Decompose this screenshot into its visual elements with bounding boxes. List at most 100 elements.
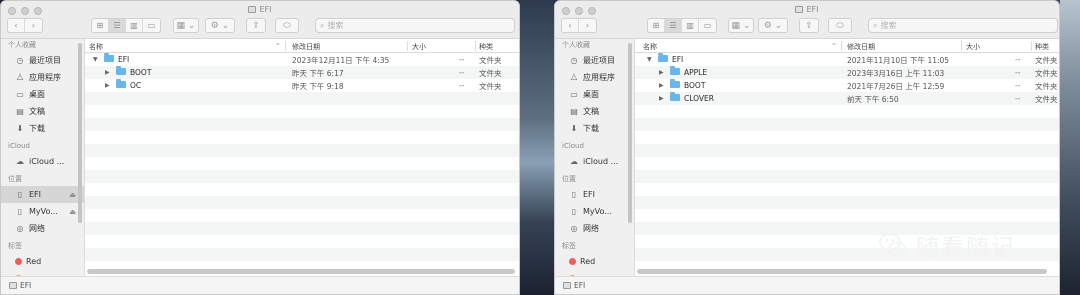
sidebar-item-label: 应用程序	[583, 73, 615, 82]
column-view-button[interactable]: ▥	[126, 19, 143, 32]
column-header-name[interactable]: 名称	[643, 42, 657, 52]
empty-row	[635, 170, 1059, 183]
sidebar-item[interactable]: ▭ 桌面	[555, 86, 634, 103]
download-icon: ⬇	[16, 124, 24, 133]
share-button[interactable]: ⇪	[799, 18, 819, 33]
sidebar-item-label: iCloud ...	[29, 157, 65, 166]
file-date: 2023年12月11日 下午 4:35	[292, 56, 390, 65]
action-gear-button[interactable]: ⚙ ⌄	[205, 18, 235, 33]
table-row[interactable]: ▼ EFI 2021年11月10日 下午 11:05 -- 文件夹	[635, 53, 1059, 66]
column-divider[interactable]	[285, 41, 286, 51]
column-header-size[interactable]: 大小	[412, 42, 426, 52]
column-header-name[interactable]: 名称	[89, 42, 103, 52]
eject-icon[interactable]: ⏏	[69, 191, 76, 199]
gallery-view-button[interactable]: ▭	[699, 19, 716, 32]
horizontal-scrollbar[interactable]	[87, 269, 515, 274]
folder-icon	[670, 66, 680, 75]
empty-row	[85, 209, 519, 222]
tag-button[interactable]: ⬭	[828, 18, 852, 33]
path-item[interactable]: EFI	[20, 281, 31, 290]
sidebar-item[interactable]: Red	[1, 253, 84, 270]
disclosure-open-icon[interactable]: ▼	[93, 56, 98, 63]
table-row[interactable]: ▼ EFI 2023年12月11日 下午 4:35 -- 文件夹	[85, 53, 519, 66]
group-button[interactable]: ▦ ⌄	[173, 18, 199, 33]
table-row[interactable]: ▶ BOOT 2021年7月26日 上午 12:59 -- 文件夹	[635, 79, 1059, 92]
column-divider[interactable]	[961, 41, 962, 51]
sidebar-item[interactable]: ▯ EFI	[555, 186, 634, 203]
disclosure-closed-icon[interactable]: ▶	[659, 95, 664, 102]
sidebar: 个人收藏 ◷ 最近项目 ⧊ 应用程序 ▭ 桌面 ▤ 文稿 ⬇ 下载 iCloud ☁ iCloud ...…	[555, 39, 635, 294]
sidebar-item[interactable]: ▤ 文稿	[555, 103, 634, 120]
column-divider[interactable]	[475, 41, 476, 51]
share-button[interactable]: ⇪	[246, 18, 266, 33]
column-divider[interactable]	[407, 41, 408, 51]
sidebar-scrollbar[interactable]	[628, 43, 632, 223]
empty-row	[85, 183, 519, 196]
sidebar-item[interactable]: ▭ 桌面	[1, 86, 84, 103]
disclosure-closed-icon[interactable]: ▶	[659, 82, 664, 89]
sidebar-item-label: 网络	[583, 224, 599, 233]
view-switcher: ⊞ ☰ ▥ ▭	[91, 18, 161, 33]
table-row[interactable]: ▶ OC 昨天 下午 9:18 -- 文件夹	[85, 79, 519, 92]
empty-row	[635, 196, 1059, 209]
column-header-kind[interactable]: 种类	[1035, 42, 1049, 52]
sidebar-item-label: 最近项目	[29, 56, 61, 65]
icon-view-button[interactable]: ⊞	[92, 19, 109, 32]
file-size: --	[1015, 81, 1021, 90]
disclosure-closed-icon[interactable]: ▶	[105, 69, 110, 76]
forward-button[interactable]: ›	[25, 19, 42, 32]
table-row[interactable]: ▶ CLOVER 前天 下午 6:50 -- 文件夹	[635, 92, 1059, 105]
sidebar-item[interactable]: Red	[555, 253, 634, 270]
sidebar-item[interactable]: ▯ MyVo...	[555, 203, 634, 220]
table-row[interactable]: ▶ BOOT 昨天 下午 6:17 -- 文件夹	[85, 66, 519, 79]
sidebar-item[interactable]: ☁ iCloud ...	[1, 153, 84, 170]
tag-button[interactable]: ⬭	[275, 18, 299, 33]
file-size: --	[459, 81, 465, 90]
forward-button[interactable]: ›	[579, 19, 596, 32]
column-divider[interactable]	[1031, 41, 1032, 51]
disclosure-closed-icon[interactable]: ▶	[659, 69, 664, 76]
sidebar-item[interactable]: ◎ 网络	[1, 220, 84, 237]
back-button[interactable]: ‹	[562, 19, 579, 32]
sidebar-item[interactable]: ⧊ 应用程序	[1, 69, 84, 86]
nav-buttons: ‹ ›	[7, 18, 43, 33]
sidebar-item[interactable]: ⬇ 下载	[555, 120, 634, 137]
sidebar-item[interactable]: ⬇ 下载	[1, 120, 84, 137]
search-input[interactable]: ⌕ 搜索	[868, 18, 1058, 33]
file-size: --	[1015, 94, 1021, 103]
column-header-date[interactable]: 修改日期	[292, 42, 320, 52]
disclosure-open-icon[interactable]: ▼	[647, 56, 652, 63]
group-button[interactable]: ▦ ⌄	[728, 18, 754, 33]
back-button[interactable]: ‹	[8, 19, 25, 32]
column-header-size[interactable]: 大小	[966, 42, 980, 52]
sidebar-item[interactable]: ▯ EFI ⏏	[1, 186, 84, 203]
table-row[interactable]: ▶ APPLE 2023年3月16日 上午 11:03 -- 文件夹	[635, 66, 1059, 79]
list-view-button[interactable]: ☰	[109, 19, 126, 32]
column-divider[interactable]	[841, 41, 842, 51]
eject-icon[interactable]: ⏏	[69, 208, 76, 216]
sidebar-item[interactable]: ◷ 最近项目	[1, 52, 84, 69]
sidebar-item[interactable]: ▯ MyVo... ⏏	[1, 203, 84, 220]
column-header-date[interactable]: 修改日期	[847, 42, 875, 52]
search-input[interactable]: ⌕ 搜索	[315, 18, 515, 33]
sidebar-scrollbar[interactable]	[78, 43, 82, 223]
disclosure-closed-icon[interactable]: ▶	[105, 82, 110, 89]
cloud-icon: ☁	[16, 157, 24, 166]
disk-icon	[795, 6, 804, 13]
sidebar-item[interactable]: ◎ 网络	[555, 220, 634, 237]
column-view-button[interactable]: ▥	[682, 19, 699, 32]
sidebar-item[interactable]: ⧊ 应用程序	[555, 69, 634, 86]
gallery-view-button[interactable]: ▭	[143, 19, 160, 32]
icon-view-button[interactable]: ⊞	[648, 19, 665, 32]
sidebar-item[interactable]: ▤ 文稿	[1, 103, 84, 120]
sidebar-item[interactable]: ☁ iCloud ...	[555, 153, 634, 170]
list-view-button[interactable]: ☰	[665, 19, 682, 32]
sidebar-item[interactable]: ◷ 最近项目	[555, 52, 634, 69]
sidebar-item-label: 文稿	[29, 107, 45, 116]
column-header-kind[interactable]: 种类	[479, 42, 493, 52]
action-gear-button[interactable]: ⚙ ⌄	[758, 18, 788, 33]
horizontal-scrollbar[interactable]	[637, 269, 1047, 274]
file-size: --	[459, 55, 465, 64]
file-kind: 文件夹	[1035, 69, 1058, 78]
path-item[interactable]: EFI	[574, 281, 585, 290]
